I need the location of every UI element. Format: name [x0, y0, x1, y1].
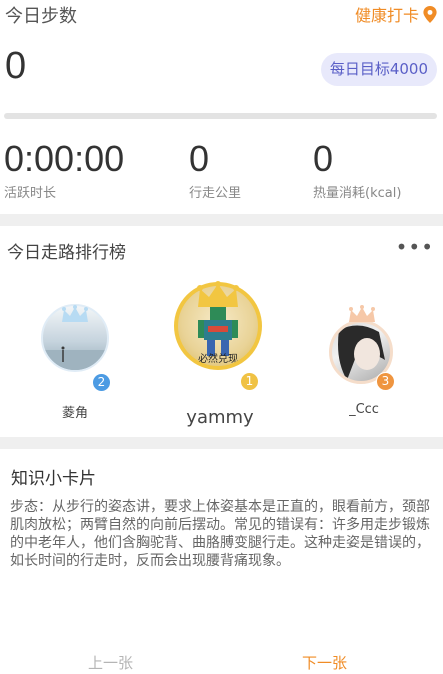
- location-pin-icon: [423, 5, 437, 23]
- page-title: 今日步数: [5, 6, 77, 27]
- calories-label: 热量消耗(kcal): [313, 186, 402, 201]
- knowledge-card-title: 知识小卡片: [11, 469, 96, 489]
- crown-icon-rank-3: [349, 305, 375, 322]
- section-divider: [0, 437, 443, 449]
- step-progress-bar: [4, 113, 437, 119]
- distance-value: 0: [189, 138, 210, 179]
- steps-row: 0 每日目标4000: [0, 45, 443, 105]
- checkin-label: 健康打卡: [354, 6, 419, 25]
- calories-stat: 0 热量消耗(kcal): [313, 138, 401, 201]
- rank-2-medal: 2: [92, 373, 111, 392]
- active-duration-stat: 0:00:00 活跃时长: [4, 138, 124, 201]
- rank-3-medal: 3: [376, 372, 395, 391]
- calories-value: 0: [313, 138, 334, 179]
- next-card-button[interactable]: 下一张: [302, 652, 347, 673]
- distance-stat: 0 行走公里: [189, 138, 241, 201]
- avatar-caption: 必然兑现: [198, 354, 238, 365]
- step-count: 0: [5, 45, 27, 87]
- crown-icon-rank-1: [197, 281, 239, 307]
- distance-label: 行走公里: [189, 186, 242, 201]
- rank-2-name: 菱角: [61, 406, 88, 421]
- more-dots-icon[interactable]: •••: [396, 235, 434, 259]
- rank-1-medal: 1: [240, 372, 259, 391]
- health-checkin-button[interactable]: 健康打卡: [355, 2, 437, 26]
- rank-1-name: yammy: [186, 407, 254, 428]
- header: 今日步数 健康打卡: [0, 0, 443, 30]
- previous-card-button[interactable]: 上一张: [88, 652, 133, 673]
- section-divider: [0, 214, 443, 226]
- knowledge-card-text: 步态：从步行的姿态讲，要求上体姿基本是正直的，眼看前方，颈部肌肉放松；两臂自然的…: [10, 499, 430, 569]
- crown-icon-rank-2: [62, 305, 88, 322]
- daily-goal-badge[interactable]: 每日目标4000: [320, 53, 437, 86]
- stats-row: 0:00:00 活跃时长 0 行走公里 0 热量消耗(kcal): [0, 138, 443, 212]
- rank-3-name: _Ccc: [349, 402, 379, 417]
- active-duration-label: 活跃时长: [4, 186, 57, 201]
- ranking-title: 今日走路排行榜: [7, 243, 126, 263]
- active-duration-value: 0:00:00: [4, 138, 125, 179]
